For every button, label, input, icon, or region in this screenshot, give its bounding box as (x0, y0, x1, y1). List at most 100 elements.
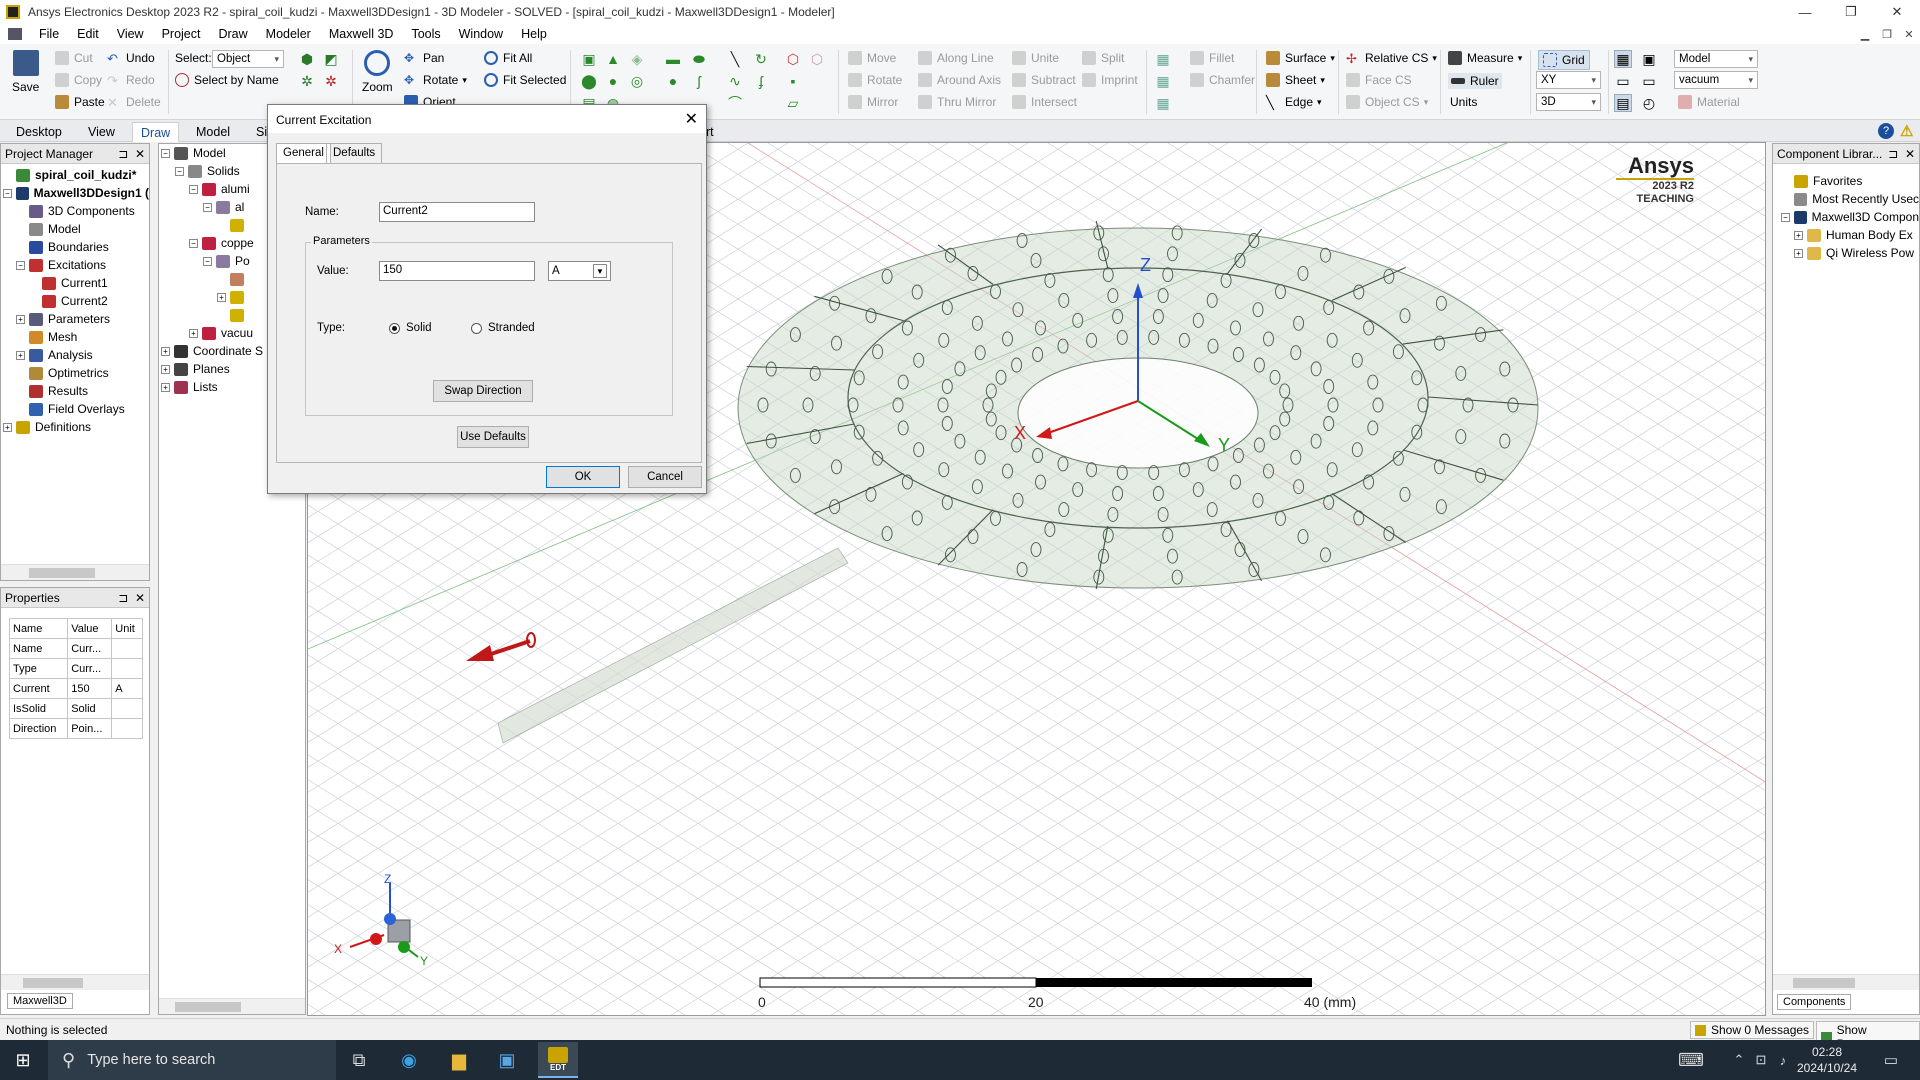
tree-item[interactable]: Most Recently Usec (1781, 190, 1919, 208)
tab-defaults[interactable]: Defaults (326, 143, 383, 163)
keyboard-icon[interactable]: ⌨ (1678, 1048, 1704, 1072)
unit-dropdown[interactable]: A ▼ (548, 261, 611, 281)
select-object-icon[interactable]: ⬢ (298, 50, 316, 68)
cylinder-icon[interactable]: ⬤ (580, 72, 598, 90)
tree-item[interactable]: + Analysis (3, 346, 149, 364)
property-value[interactable]: Solid (67, 698, 113, 719)
menu-window[interactable]: Window (450, 27, 512, 41)
expand-icon[interactable]: + (3, 422, 12, 432)
file-explorer-icon[interactable]: ▆ (446, 1048, 472, 1072)
tab-general[interactable]: General (276, 143, 331, 163)
expand-icon[interactable]: + (1794, 248, 1803, 258)
horizontal-scrollbar[interactable] (1, 974, 149, 990)
object-cs-button[interactable]: Object CS ▾ (1346, 95, 1428, 109)
taskbar-search-box[interactable]: ⚲ Type here to search (48, 1040, 336, 1080)
snap-grid-icon[interactable]: ▦ (1614, 50, 1632, 68)
table-row[interactable]: Current 150 A (8, 678, 143, 699)
tab-maxwell3d[interactable]: Maxwell3D (7, 993, 73, 1009)
task-view-icon[interactable]: ⧉ (346, 1048, 372, 1072)
cancel-button[interactable]: Cancel (628, 466, 702, 488)
collapse-icon[interactable]: − (16, 260, 25, 270)
copy-button[interactable]: Copy (55, 73, 102, 87)
expand-icon[interactable]: + (189, 328, 198, 338)
expand-icon[interactable]: + (16, 314, 25, 324)
tree-item[interactable]: Optimetrics (3, 364, 149, 382)
store-icon[interactable]: ▣ (494, 1048, 520, 1072)
polyhedron-icon[interactable]: ◈ (628, 50, 646, 68)
face-cs-button[interactable]: Face CS (1346, 73, 1412, 87)
rotate-object-button[interactable]: Rotate (848, 73, 902, 87)
sheet-button[interactable]: Sheet ▾ (1266, 73, 1325, 87)
tree-item[interactable]: 3D Components (3, 202, 149, 220)
surface-button[interactable]: Surface ▾ (1266, 51, 1335, 65)
tree-item[interactable]: − Maxwell3D Compon (1781, 208, 1919, 226)
tree-item[interactable]: Current1 (3, 274, 149, 292)
menu-project[interactable]: Project (153, 27, 210, 41)
tab-model[interactable]: Model (188, 122, 238, 142)
menu-view[interactable]: View (108, 27, 153, 41)
panel-close-icon[interactable]: ✕ (135, 591, 145, 605)
circle-icon[interactable]: ● (664, 72, 682, 90)
clock[interactable]: 02:28 2024/10/24 (1794, 1044, 1860, 1076)
subtract-button[interactable]: Subtract (1012, 73, 1076, 87)
boundary-box-icon[interactable]: ⬡ (808, 50, 826, 68)
snap-quadrant-icon[interactable]: ◴ (1640, 94, 1658, 112)
pan-button[interactable]: ✥ Pan (404, 51, 444, 65)
polyline-icon[interactable]: ⌒ (726, 94, 744, 112)
unite-button[interactable]: Unite (1012, 51, 1059, 65)
menu-maxwell3d[interactable]: Maxwell 3D (320, 27, 403, 41)
windows-start-icon[interactable]: ⊞ (10, 1048, 36, 1072)
show-messages-button[interactable]: Show 0 Messages (1690, 1021, 1815, 1039)
horizontal-scrollbar[interactable] (1773, 974, 1919, 990)
chamfer-button[interactable]: Chamfer (1190, 73, 1255, 87)
tree-item[interactable]: Model (3, 220, 149, 238)
menu-file[interactable]: File (30, 27, 68, 41)
tree-item[interactable]: Field Overlays (3, 400, 149, 418)
select-mode-dropdown[interactable]: Object (212, 50, 284, 68)
tree-item[interactable]: + Human Body Ex (1781, 226, 1919, 244)
mdi-minimize-button[interactable]: ▁ (1854, 24, 1876, 44)
pin-icon[interactable]: ⊐ (118, 147, 128, 161)
sphere-icon[interactable]: ● (604, 72, 622, 90)
menu-draw[interactable]: Draw (209, 27, 256, 41)
tab-view[interactable]: View (80, 122, 123, 142)
box-icon[interactable]: ▣ (580, 50, 598, 68)
cone-icon[interactable]: ▲ (604, 50, 622, 68)
tree-item[interactable]: + Definitions (3, 418, 149, 436)
fillet-button[interactable]: Fillet (1190, 51, 1234, 65)
swap-direction-button[interactable]: Swap Direction (433, 380, 533, 402)
paste-button[interactable]: Paste (55, 95, 105, 109)
menu-edit[interactable]: Edit (68, 27, 108, 41)
material-dropdown[interactable]: vacuum (1674, 71, 1758, 89)
measure-button[interactable]: Measure ▾ (1448, 51, 1522, 65)
tree-item[interactable]: + Qi Wireless Pow (1781, 244, 1919, 262)
property-value[interactable]: Poin... (67, 718, 113, 739)
fit-selected-button[interactable]: Fit Selected (484, 73, 566, 87)
solid-radio[interactable]: Solid (389, 322, 432, 334)
horizontal-scrollbar[interactable] (1, 564, 149, 580)
collapse-icon[interactable]: − (203, 202, 212, 212)
panel-close-icon[interactable]: ✕ (1905, 147, 1915, 161)
collapse-icon[interactable]: − (189, 184, 198, 194)
tree-item[interactable]: − Maxwell3DDesign1 ( (3, 184, 149, 202)
snap-vertex-icon[interactable]: ▣ (1640, 50, 1658, 68)
around-axis-button[interactable]: Around Axis (918, 73, 1001, 87)
collapse-icon[interactable]: − (189, 238, 198, 248)
thru-mirror-button[interactable]: Thru Mirror (918, 95, 996, 109)
table-row[interactable]: Name Curr... (8, 638, 143, 659)
save-button[interactable]: Save (12, 50, 39, 94)
tab-components[interactable]: Components (1777, 994, 1852, 1010)
fit-all-button[interactable]: Fit All (484, 51, 532, 65)
thicken-icon[interactable]: ▦ (1154, 72, 1172, 90)
pin-icon[interactable]: ⊐ (1888, 147, 1898, 161)
tree-item[interactable]: + Parameters (3, 310, 149, 328)
connect-icon[interactable]: ▦ (1154, 94, 1172, 112)
expand-icon[interactable]: + (16, 350, 25, 360)
line-icon[interactable]: ╲ (726, 50, 744, 68)
collapse-icon[interactable]: − (161, 148, 170, 158)
tree-item[interactable]: Results (3, 382, 149, 400)
minimize-button[interactable]: — (1782, 0, 1828, 24)
restore-button[interactable]: ❐ (1828, 0, 1874, 24)
snap-edge-icon[interactable]: ▭ (1614, 72, 1632, 90)
expand-icon[interactable]: + (217, 292, 226, 302)
